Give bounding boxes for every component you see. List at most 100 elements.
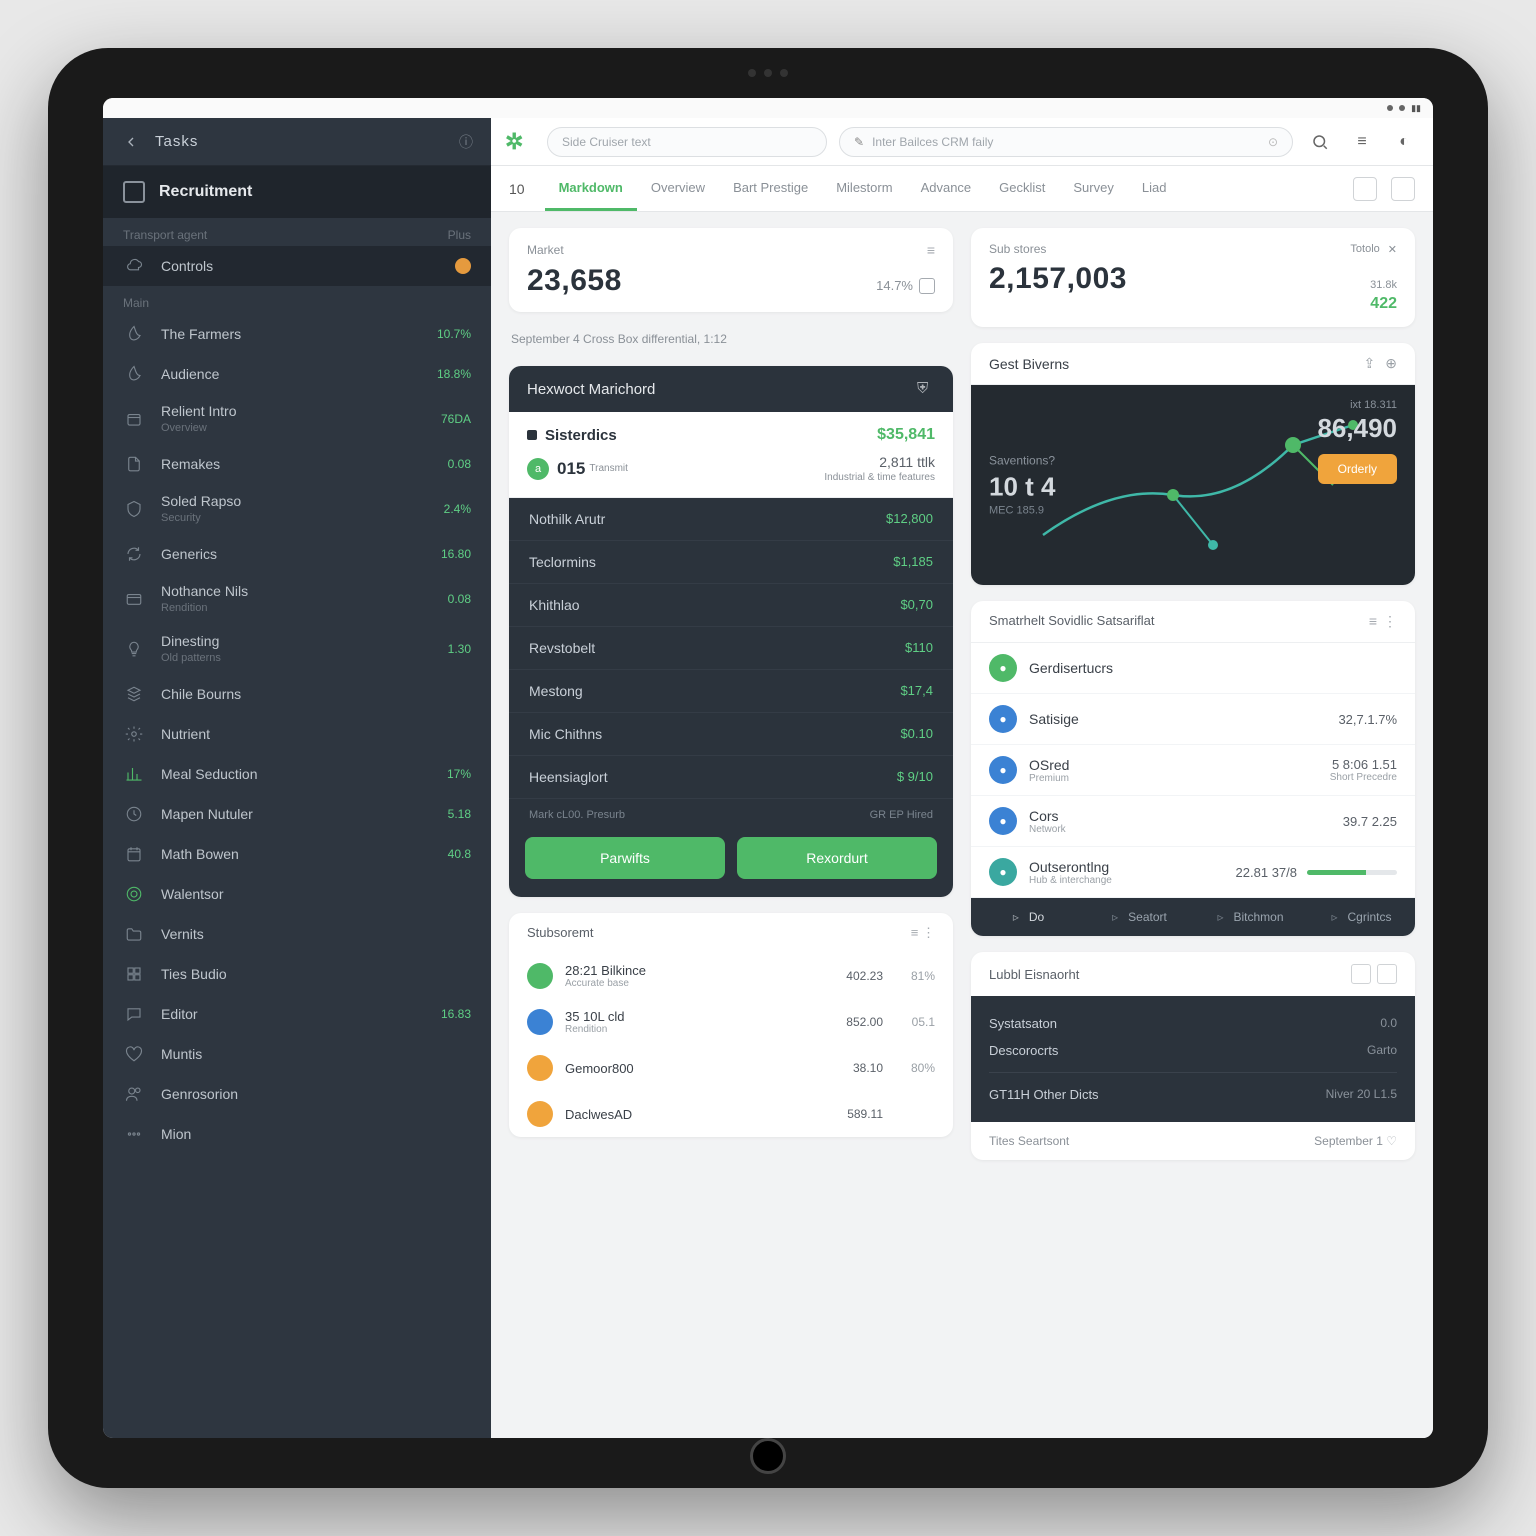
sidebar-item-nutrient[interactable]: Nutrient — [103, 714, 491, 754]
service-row[interactable]: ●CorsNetwork39.7 2.25 — [971, 796, 1415, 847]
tab-count: 10 — [509, 181, 525, 197]
card-more-icon[interactable]: ⋮ — [1383, 613, 1397, 630]
sidebar-item-soled-rapso[interactable]: Soled RapsoSecurity2.4% — [103, 484, 491, 534]
action-square-2[interactable] — [1377, 964, 1397, 984]
sidebar-item-vernits[interactable]: Vernits — [103, 914, 491, 954]
tab-icon: ▹ — [1108, 910, 1122, 924]
search-input[interactable]: Side Cruiser text — [547, 127, 827, 157]
harvest-secondary-button[interactable]: Rexordurt — [737, 837, 937, 879]
section-icon — [123, 181, 145, 203]
home-button[interactable] — [750, 1438, 786, 1474]
tab-overview[interactable]: Overview — [637, 166, 719, 211]
sidebar-item-controls[interactable]: Controls — [103, 246, 491, 286]
sidebar-item-remakes[interactable]: Remakes0.08 — [103, 444, 491, 484]
tab-icon: ▹ — [1213, 910, 1227, 924]
list-item[interactable]: Heensiaglort$ 9/10 — [509, 756, 953, 799]
tab-survey[interactable]: Survey — [1059, 166, 1127, 211]
sidebar-item-audience[interactable]: Audience18.8% — [103, 354, 491, 394]
service-row[interactable]: ●Satisige32,7.1.7% — [971, 694, 1415, 745]
sidebar-item-chile-bourns[interactable]: Chile Bourns — [103, 674, 491, 714]
sub-tab-seatort[interactable]: ▹Seatort — [1082, 898, 1193, 936]
sidebar-item-ties-budio[interactable]: Ties Budio — [103, 954, 491, 994]
subscriber-row[interactable]: 35 10L cldRendition852.0005.1 — [509, 999, 953, 1045]
avatar: ● — [989, 654, 1017, 682]
subscriber-row[interactable]: Gemoor80038.1080% — [509, 1045, 953, 1091]
sidebar-item-genrosorion[interactable]: Genrosorion — [103, 1074, 491, 1114]
bulb-icon — [123, 638, 145, 660]
sidebar-item-dinesting[interactable]: DinestingOld patterns1.30 — [103, 624, 491, 674]
sidebar-item-mion[interactable]: Mion — [103, 1114, 491, 1154]
tab-advance[interactable]: Advance — [907, 166, 986, 211]
status-bar: ▮▮ — [103, 98, 1433, 118]
avatar: ● — [989, 807, 1017, 835]
sub-tab-bitchmon[interactable]: ▹Bitchmon — [1193, 898, 1304, 936]
action-square-1[interactable] — [1351, 964, 1371, 984]
card-menu-icon[interactable]: ≡ ⋮ — [911, 925, 935, 941]
sidebar-item-relient-intro[interactable]: Relient IntroOverview76DA — [103, 394, 491, 444]
close-icon[interactable]: ✕ — [1388, 243, 1397, 256]
info-icon[interactable]: ⓘ — [459, 132, 473, 152]
chat-icon — [123, 1003, 145, 1025]
avatar: ● — [989, 858, 1017, 886]
sidebar-item-mapen-nutuler[interactable]: Mapen Nutuler5.18 — [103, 794, 491, 834]
card-title: Stubsoremt — [527, 925, 593, 941]
tab-milestorm[interactable]: Milestorm — [822, 166, 906, 211]
sidebar-item-meal-seduction[interactable]: Meal Seduction17% — [103, 754, 491, 794]
list-item[interactable]: Teclormins$1,185 — [509, 541, 953, 584]
stat-card-substores: Sub stores Totolo ✕ 2,157,003 — [971, 228, 1415, 327]
users-icon — [123, 1083, 145, 1105]
app-logo: ✲ — [505, 129, 531, 155]
map-card: Gest Biverns ⇪ ⊕ — [971, 343, 1415, 585]
sidebar-item-nothance-nils[interactable]: Nothance NilsRendition0.08 — [103, 574, 491, 624]
file-icon — [123, 453, 145, 475]
section-caption: September 4 Cross Box differential, 1:12 — [509, 328, 953, 350]
tab-icon: ▹ — [1009, 910, 1023, 924]
service-row[interactable]: ●Gerdisertucrs — [971, 643, 1415, 694]
target-icon — [123, 883, 145, 905]
lock-icon[interactable]: ⊕ — [1385, 355, 1397, 372]
sidebar-item-editor[interactable]: Editor16.83 — [103, 994, 491, 1034]
more-icon — [123, 1123, 145, 1145]
share-icon[interactable]: ⇪ — [1364, 355, 1376, 372]
service-row[interactable]: ●OutserontlngHub & interchange22.81 37/8 — [971, 847, 1415, 898]
sidebar-item-math-bowen[interactable]: Math Bowen40.8 — [103, 834, 491, 874]
back-button[interactable] — [121, 132, 141, 152]
list-item[interactable]: Nothilk Arutr$12,800 — [509, 498, 953, 541]
omnibox-input[interactable]: ✎ Inter Bailces CRM faily ⊙ — [839, 127, 1293, 157]
sub-tab-do[interactable]: ▹Do — [971, 898, 1082, 936]
menu-icon[interactable]: ≡ — [1347, 127, 1377, 157]
box-icon — [123, 408, 145, 430]
order-button[interactable]: Orderly — [1318, 454, 1397, 484]
tab-liad[interactable]: Liad — [1128, 166, 1181, 211]
harvest-primary-button[interactable]: Parwifts — [525, 837, 725, 879]
subscriber-row[interactable]: 28:21 BilkinceAccurate base402.2381% — [509, 953, 953, 999]
sidebar-item-generics[interactable]: Generics16.80 — [103, 534, 491, 574]
subscriber-row[interactable]: DaclwesAD589.11 — [509, 1091, 953, 1137]
services-card: Smatrhelt Sovidlic Satsariflat ≡⋮ ●Gerdi… — [971, 601, 1415, 936]
service-row[interactable]: ●OSredPremium5 8:06 1.51Short Precedre — [971, 745, 1415, 796]
layout-toggle-1[interactable] — [1353, 177, 1377, 201]
list-item[interactable]: Mestong$17,4 — [509, 670, 953, 713]
profile-icon[interactable]: ◐ — [1389, 127, 1419, 157]
stack-icon — [123, 683, 145, 705]
tab-markdown[interactable]: Markdown — [545, 166, 637, 211]
search-icon[interactable] — [1305, 127, 1335, 157]
sub-tab-cgrintcs[interactable]: ▹Cgrintcs — [1304, 898, 1415, 936]
sidebar-item-the-farmers[interactable]: The Farmers10.7% — [103, 314, 491, 354]
list-item[interactable]: Khithlao$0,70 — [509, 584, 953, 627]
list-item[interactable]: Revstobelt$110 — [509, 627, 953, 670]
card-menu-icon[interactable]: ≡ — [1369, 613, 1377, 630]
mic-icon[interactable]: ⊙ — [1268, 135, 1278, 149]
layout-toggle-2[interactable] — [1391, 177, 1415, 201]
sidebar-item-walentsor[interactable]: Walentsor — [103, 874, 491, 914]
heart-icon[interactable]: ♡ — [1386, 1134, 1397, 1148]
shield-icon — [123, 498, 145, 520]
avatar — [527, 1009, 553, 1035]
amount: $35,841 — [877, 426, 935, 444]
tab-gecklist[interactable]: Gecklist — [985, 166, 1059, 211]
sidebar-item-muntis[interactable]: Muntis — [103, 1034, 491, 1074]
map-view[interactable]: Saventions? 10 t 4 MEC 185.9 ixt 18.311 … — [971, 385, 1415, 585]
card-menu-icon[interactable]: ≡ — [927, 242, 935, 258]
tab-bart prestige[interactable]: Bart Prestige — [719, 166, 822, 211]
list-item[interactable]: Mic Chithns$0.10 — [509, 713, 953, 756]
